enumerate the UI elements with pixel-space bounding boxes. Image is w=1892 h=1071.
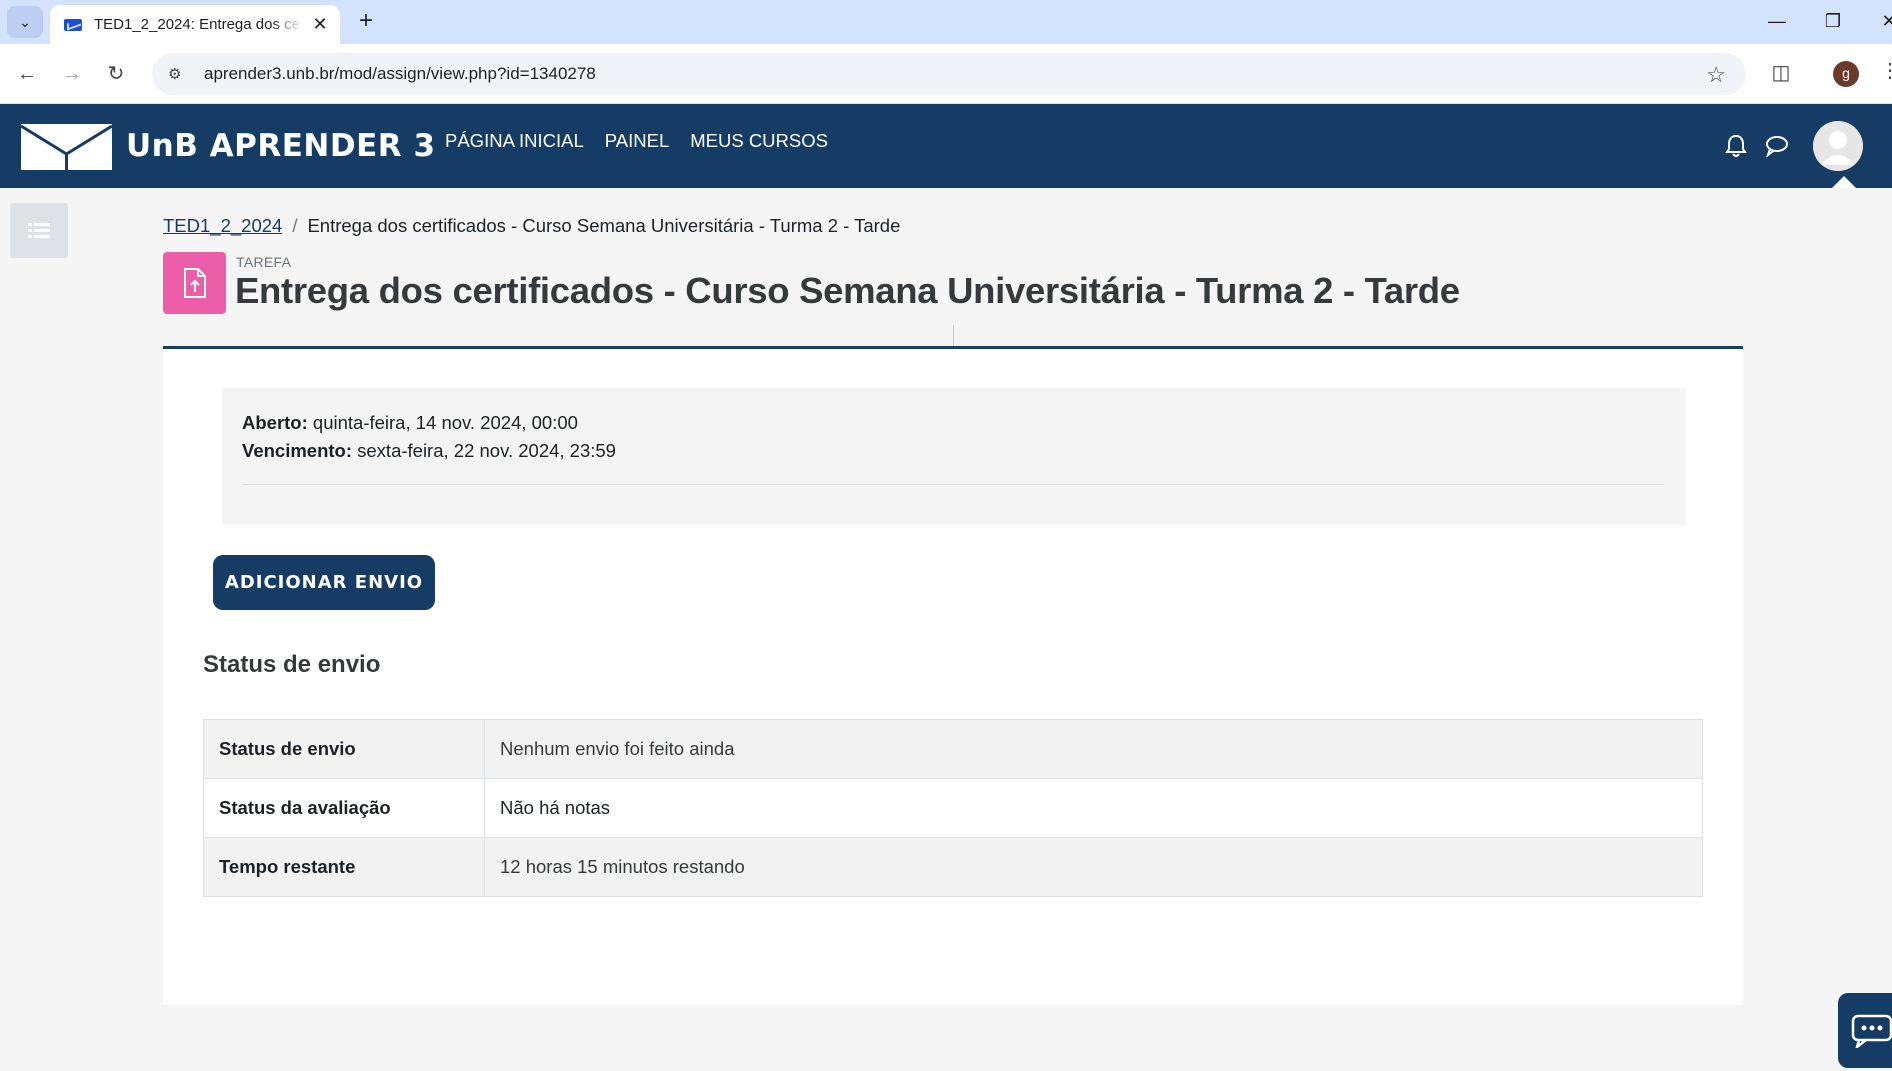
dates-divider xyxy=(242,484,1664,485)
due-date: Vencimento: sexta-feira, 22 nov. 2024, 2… xyxy=(242,440,616,462)
unb-favicon-icon xyxy=(64,18,82,31)
minimize-button[interactable]: — xyxy=(1754,6,1800,36)
site-settings-icon[interactable]: ⚙ xyxy=(168,65,190,83)
forward-button[interactable]: → xyxy=(56,58,88,90)
browser-tab-strip: ⌄ TED1_2_2024: Entrega dos certificados … xyxy=(0,0,1892,44)
browser-tab[interactable]: TED1_2_2024: Entrega dos certificados ✕ xyxy=(50,5,340,44)
table-row: Tempo restante 12 horas 15 minutos resta… xyxy=(203,837,1703,897)
due-value: sexta-feira, 22 nov. 2024, 23:59 xyxy=(357,440,616,461)
support-chat-button[interactable] xyxy=(1838,993,1892,1068)
opened-value: quinta-feira, 14 nov. 2024, 00:00 xyxy=(312,412,578,433)
close-tab-icon[interactable]: ✕ xyxy=(310,14,330,35)
new-tab-button[interactable]: + xyxy=(352,8,380,36)
browser-menu-icon[interactable]: ⋮ xyxy=(1880,58,1892,83)
user-menu-caret xyxy=(1832,176,1856,188)
messages-icon[interactable] xyxy=(1765,135,1789,157)
nav-dashboard[interactable]: PAINEL xyxy=(605,130,669,152)
breadcrumb-separator: / xyxy=(292,215,298,236)
tab-search-button[interactable]: ⌄ xyxy=(7,6,43,38)
row-label: Status de envio xyxy=(203,719,485,779)
restore-button[interactable]: ❐ xyxy=(1810,6,1856,36)
tab-title: TED1_2_2024: Entrega dos certificados xyxy=(94,16,302,33)
close-window-button[interactable]: ✕ xyxy=(1866,6,1892,36)
breadcrumb: TED1_2_2024 / Entrega dos certificados -… xyxy=(163,215,900,237)
nav-home[interactable]: PÁGINA INICIAL xyxy=(445,130,584,152)
table-row: Status da avaliação Não há notas xyxy=(203,778,1703,838)
submission-status-table: Status de envio Nenhum envio foi feito a… xyxy=(203,719,1703,897)
activity-type-label: TAREFA xyxy=(236,254,292,270)
chat-bubble-icon xyxy=(1851,1014,1892,1048)
activity-dates: Aberto: quinta-feira, 14 nov. 2024, 00:0… xyxy=(222,388,1685,525)
submission-status-heading: Status de envio xyxy=(203,651,381,678)
row-label: Tempo restante xyxy=(203,837,485,897)
opened-date: Aberto: quinta-feira, 14 nov. 2024, 00:0… xyxy=(242,412,578,434)
browser-toolbar: ← → ↻ ⚙ aprender3.unb.br/mod/assign/view… xyxy=(0,44,1892,104)
due-label: Vencimento: xyxy=(242,440,352,461)
row-value: Não há notas xyxy=(484,778,1703,838)
row-value: Nenhum envio foi feito ainda xyxy=(484,719,1703,779)
main-content: Aberto: quinta-feira, 14 nov. 2024, 00:0… xyxy=(163,349,1743,1005)
page-title: Entrega dos certificados - Curso Semana … xyxy=(235,270,1460,311)
table-row: Status de envio Nenhum envio foi feito a… xyxy=(203,719,1703,779)
url-text: aprender3.unb.br/mod/assign/view.php?id=… xyxy=(204,64,596,83)
breadcrumb-current: Entrega dos certificados - Curso Semana … xyxy=(307,215,901,236)
primary-nav: PÁGINA INICIAL PAINEL MEUS CURSOS xyxy=(445,130,828,152)
assignment-icon xyxy=(163,252,226,314)
address-bar[interactable]: ⚙ aprender3.unb.br/mod/assign/view.php?i… xyxy=(152,53,1746,95)
row-value: 12 horas 15 minutos restando xyxy=(484,837,1703,897)
unb-logo-icon[interactable] xyxy=(21,124,112,170)
user-silhouette-icon xyxy=(1813,121,1863,171)
back-button[interactable]: ← xyxy=(11,58,43,90)
notification-bell-icon[interactable] xyxy=(1725,134,1747,158)
reload-button[interactable]: ↻ xyxy=(100,58,132,90)
opened-label: Aberto: xyxy=(242,412,308,433)
nav-my-courses[interactable]: MEUS CURSOS xyxy=(690,130,828,152)
site-navbar: UnB APRENDER 3 PÁGINA INICIAL PAINEL MEU… xyxy=(0,104,1892,188)
breadcrumb-course-link[interactable]: TED1_2_2024 xyxy=(163,215,282,237)
user-avatar[interactable] xyxy=(1813,121,1863,171)
profile-avatar[interactable]: g xyxy=(1833,61,1859,87)
extensions-puzzle-icon[interactable]: ◫ xyxy=(1766,58,1796,88)
course-index-toggle[interactable] xyxy=(10,203,68,258)
list-icon xyxy=(28,222,50,238)
row-label: Status da avaliação xyxy=(203,778,485,838)
add-submission-button[interactable]: ADICIONAR ENVIO xyxy=(213,555,435,610)
chevron-down-icon: ⌄ xyxy=(19,13,31,30)
bookmark-star-icon[interactable]: ☆ xyxy=(1706,62,1726,88)
brand-name[interactable]: UnB APRENDER 3 xyxy=(126,128,436,164)
